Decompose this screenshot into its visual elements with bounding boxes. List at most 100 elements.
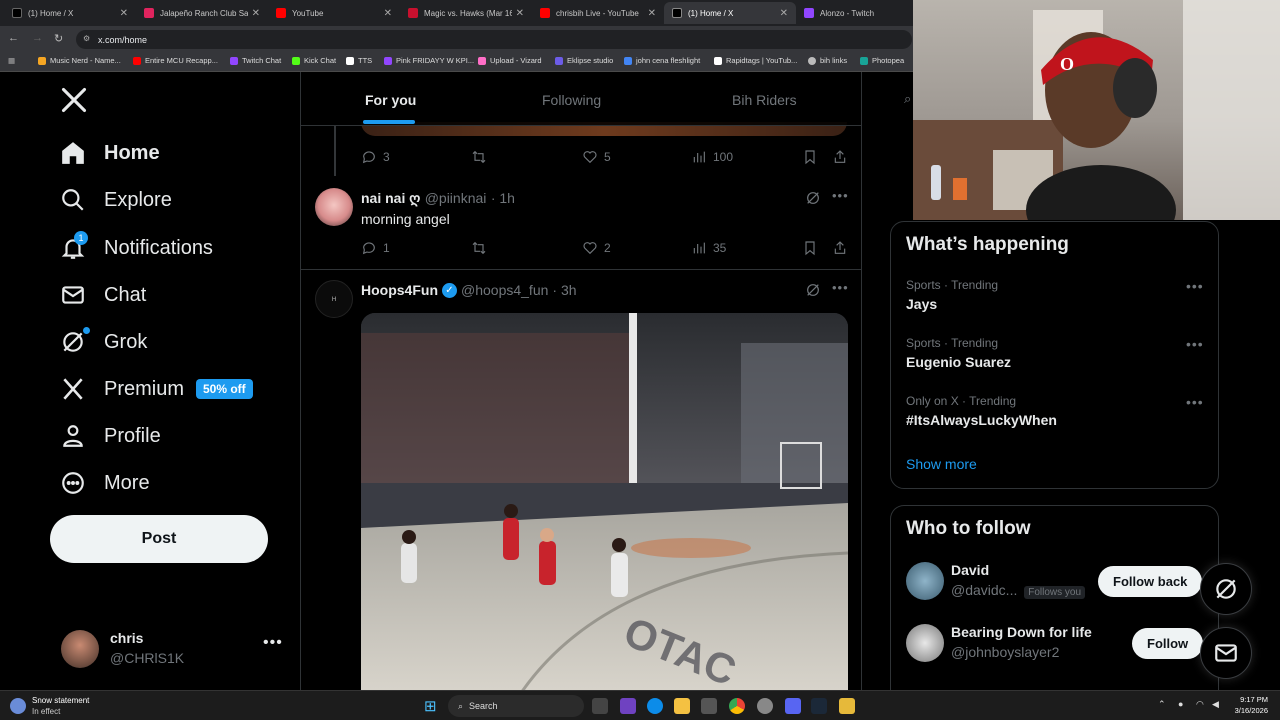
nav-premium[interactable]: Premium bbox=[60, 369, 184, 409]
steam-icon[interactable] bbox=[811, 698, 827, 714]
views-button[interactable]: 100 bbox=[691, 149, 733, 165]
avatar[interactable] bbox=[906, 562, 944, 600]
author-handle[interactable]: @piinknai bbox=[425, 190, 487, 206]
microphone-icon[interactable]: ● bbox=[1178, 699, 1183, 709]
author-handle[interactable]: @hoops4_fun bbox=[461, 282, 548, 298]
bookmark[interactable]: Upload - Vizard bbox=[478, 56, 542, 65]
copilot-icon[interactable] bbox=[620, 698, 636, 714]
messages-floating-button[interactable] bbox=[1200, 627, 1252, 679]
grok-explain-icon[interactable] bbox=[805, 282, 821, 303]
close-tab-icon[interactable]: ✕ bbox=[384, 8, 392, 19]
browser-tab[interactable]: YouTube ✕ bbox=[268, 2, 400, 24]
bookmark[interactable]: Music Nerd - Name... bbox=[38, 56, 121, 65]
tweet[interactable]: nai nai ღ @piinknai · 1h ••• morning ang… bbox=[301, 178, 861, 270]
trend-item[interactable]: Sports · Trending Jays ••• bbox=[891, 272, 1218, 328]
post-button[interactable]: Post bbox=[50, 515, 268, 563]
post-time[interactable]: · 1h bbox=[491, 190, 515, 206]
bookmark-button[interactable] bbox=[802, 149, 824, 165]
bookmark[interactable]: Kick Chat bbox=[292, 56, 336, 65]
suggestion-name[interactable]: David bbox=[951, 562, 989, 578]
nav-more[interactable]: More bbox=[60, 463, 150, 503]
discord-icon[interactable] bbox=[785, 698, 801, 714]
close-tab-icon[interactable]: ✕ bbox=[252, 8, 260, 19]
more-dots-icon[interactable]: ••• bbox=[832, 188, 849, 203]
close-tab-icon[interactable]: ✕ bbox=[648, 8, 656, 19]
repost-button[interactable] bbox=[471, 149, 493, 165]
back-icon[interactable]: ← bbox=[8, 32, 19, 44]
clock-date[interactable]: 3/16/2026 bbox=[1222, 706, 1268, 715]
avatar[interactable] bbox=[315, 188, 353, 226]
bookmark[interactable]: Pink FRIDAYY W KPI... bbox=[384, 56, 474, 65]
bookmark[interactable]: TTS bbox=[346, 56, 372, 65]
app-icon[interactable] bbox=[839, 698, 855, 714]
bookmark[interactable]: bih links bbox=[808, 56, 847, 65]
obs-icon[interactable] bbox=[757, 698, 773, 714]
edge-icon[interactable] bbox=[647, 698, 663, 714]
tab-for-you[interactable]: For you bbox=[365, 92, 416, 108]
bookmark[interactable]: Rapidtags | YouTub... bbox=[714, 56, 797, 65]
url-input[interactable]: ⚙ x.com/home bbox=[76, 30, 912, 49]
avatar[interactable]: H bbox=[315, 280, 353, 318]
nav-home[interactable]: Home bbox=[60, 133, 160, 173]
forward-icon[interactable]: → bbox=[32, 32, 43, 44]
weather-title[interactable]: Snow statement bbox=[32, 696, 89, 705]
browser-tab[interactable]: Jalapeño Ranch Club Sand ✕ bbox=[136, 2, 268, 24]
more-dots-icon[interactable]: ••• bbox=[1186, 394, 1204, 410]
store-icon[interactable] bbox=[701, 698, 717, 714]
tweet[interactable]: H Hoops4Fun ✓ @hoops4_fun · 3h ••• OTAC bbox=[301, 270, 861, 690]
chrome-icon[interactable] bbox=[729, 698, 745, 714]
apps-grid-icon[interactable]: ▦ bbox=[8, 56, 15, 65]
windows-start-icon[interactable]: ⊞ bbox=[424, 697, 437, 715]
x-logo-icon[interactable] bbox=[60, 86, 88, 119]
tweet-video[interactable]: OTAC bbox=[361, 313, 848, 690]
site-info-icon[interactable]: ⚙ bbox=[83, 34, 90, 43]
share-button[interactable] bbox=[832, 240, 854, 256]
views-button[interactable]: 35 bbox=[691, 240, 726, 256]
author-name[interactable]: nai nai ღ bbox=[361, 190, 420, 206]
bookmark[interactable]: Twitch Chat bbox=[230, 56, 281, 65]
bookmark[interactable]: Entire MCU Recapp... bbox=[133, 56, 218, 65]
like-button[interactable]: 5 bbox=[582, 149, 611, 165]
trend-item[interactable]: Sports · Trending Eugenio Suarez ••• bbox=[891, 330, 1218, 386]
share-button[interactable] bbox=[832, 149, 854, 165]
search-icon[interactable]: ⌕ bbox=[904, 91, 911, 107]
follow-suggestion[interactable]: David @davidc... Follows you Follow back bbox=[891, 556, 1218, 612]
follow-suggestion[interactable]: Bearing Down for life @johnboyslayer2 Fo… bbox=[891, 618, 1218, 674]
avatar[interactable] bbox=[906, 624, 944, 662]
browser-tab[interactable]: Alonzo - Twitch bbox=[796, 2, 914, 24]
clock-time[interactable]: 9:17 PM bbox=[1226, 695, 1268, 704]
browser-tab[interactable]: Magic vs. Hawks (Mar 16, ✕ bbox=[400, 2, 532, 24]
bookmark[interactable]: Eklipse studio bbox=[555, 56, 613, 65]
taskbar-search[interactable]: ⌕ Search bbox=[448, 695, 584, 717]
bookmark[interactable]: john cena fleshlight bbox=[624, 56, 700, 65]
bookmark[interactable]: Photopea bbox=[860, 56, 904, 65]
nav-chat[interactable]: Chat bbox=[60, 275, 146, 315]
repost-button[interactable] bbox=[471, 240, 493, 256]
follow-back-button[interactable]: Follow back bbox=[1098, 566, 1203, 597]
weather-icon[interactable] bbox=[10, 698, 26, 714]
more-dots-icon[interactable]: ••• bbox=[1186, 336, 1204, 352]
trend-item[interactable]: Only on X · Trending #ItsAlwaysLuckyWhen… bbox=[891, 388, 1218, 444]
volume-icon[interactable]: ◀ bbox=[1212, 699, 1219, 710]
wifi-icon[interactable]: ◠ bbox=[1196, 699, 1204, 710]
nav-grok[interactable]: Grok bbox=[60, 322, 147, 362]
tray-chevron-icon[interactable]: ⌃ bbox=[1158, 699, 1166, 710]
task-view-icon[interactable] bbox=[592, 698, 608, 714]
account-switcher[interactable]: chris @CHRlS1K ••• bbox=[50, 620, 300, 676]
tab-bih-riders[interactable]: Bih Riders bbox=[732, 92, 797, 108]
reload-icon[interactable]: ↻ bbox=[54, 32, 63, 45]
browser-tab[interactable]: (1) Home / X ✕ bbox=[4, 2, 136, 24]
tab-following[interactable]: Following bbox=[542, 92, 601, 108]
file-explorer-icon[interactable] bbox=[674, 698, 690, 714]
more-dots-icon[interactable]: ••• bbox=[1186, 278, 1204, 294]
show-more-link[interactable]: Show more bbox=[906, 456, 977, 472]
reply-button[interactable]: 3 bbox=[361, 149, 390, 165]
reply-button[interactable]: 1 bbox=[361, 240, 390, 256]
close-tab-icon[interactable]: ✕ bbox=[780, 8, 788, 19]
post-time[interactable]: · 3h bbox=[552, 282, 576, 298]
close-tab-icon[interactable]: ✕ bbox=[516, 8, 524, 19]
browser-tab[interactable]: chrisbih Live - YouTube ✕ bbox=[532, 2, 664, 24]
grok-floating-button[interactable] bbox=[1200, 563, 1252, 615]
like-button[interactable]: 2 bbox=[582, 240, 611, 256]
more-dots-icon[interactable]: ••• bbox=[832, 280, 849, 295]
